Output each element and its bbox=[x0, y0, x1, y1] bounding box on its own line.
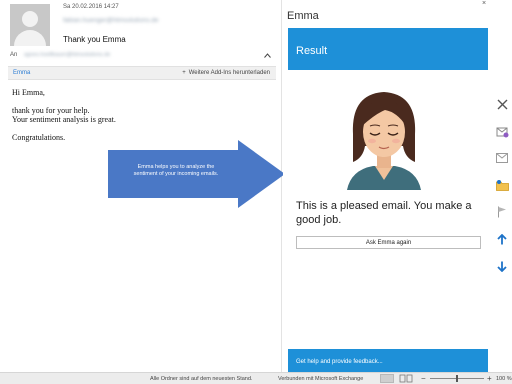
envelope-icon[interactable] bbox=[494, 151, 510, 165]
result-header-label: Result bbox=[296, 45, 328, 57]
pane-close-icon[interactable]: × bbox=[482, 0, 486, 7]
help-feedback-bar[interactable]: Get help and provide feedback... bbox=[288, 349, 488, 372]
callout-arrow: Emma helps you to analyze the sentiment … bbox=[108, 140, 288, 208]
mail-body: Hi Emma, thank you for your help. Your s… bbox=[12, 88, 274, 142]
zoom-level: 100 % bbox=[496, 376, 512, 382]
zoom-out-icon[interactable]: − bbox=[421, 374, 426, 383]
avatar-head-shape bbox=[22, 11, 38, 27]
sync-status: Alle Ordner sind auf dem neuesten Stand. bbox=[150, 376, 253, 382]
status-bar: Alle Ordner sind auf dem neuesten Stand.… bbox=[0, 372, 512, 384]
mail-greeting: Hi Emma, bbox=[12, 88, 45, 97]
emma-task-pane: Emma × Result This is a pleased email. Y… bbox=[283, 0, 491, 372]
get-more-addins-link[interactable]: + Weitere Add-Ins herunterladen bbox=[182, 70, 270, 76]
zoom-in-icon[interactable]: + bbox=[487, 374, 492, 383]
sender-avatar bbox=[10, 4, 50, 46]
mail-line-2: Your sentiment analysis is great. bbox=[12, 115, 116, 124]
mail-subject: Thank you Emma bbox=[63, 35, 126, 44]
zoom-slider-thumb[interactable] bbox=[456, 375, 458, 382]
result-header: Result bbox=[288, 28, 488, 70]
mail-line-1: thank you for your help. bbox=[12, 105, 90, 115]
plus-icon: + bbox=[182, 70, 186, 76]
folder-move-icon[interactable] bbox=[494, 178, 510, 192]
reading-view-icon[interactable] bbox=[399, 374, 413, 383]
help-feedback-link[interactable]: Get help and provide feedback... bbox=[296, 359, 383, 365]
callout-line-2: sentiment of your incoming emails. bbox=[133, 171, 219, 177]
mail-sender-address[interactable]: fabian.huenger@htmsolutions.de bbox=[63, 17, 159, 24]
callout-text: Emma helps you to analyze the sentiment … bbox=[116, 164, 236, 178]
callout-line-1: Emma helps you to analyze the bbox=[137, 164, 215, 170]
to-label: An bbox=[10, 52, 18, 58]
avatar-body-shape bbox=[14, 30, 46, 46]
collapse-header-icon[interactable] bbox=[264, 51, 271, 60]
connection-status: Verbunden mit Microsoft Exchange bbox=[278, 376, 364, 382]
flag-icon[interactable] bbox=[494, 205, 510, 219]
reply-all-icon[interactable] bbox=[494, 125, 510, 139]
emma-avatar-illustration bbox=[345, 88, 423, 190]
addin-tab-emma[interactable]: Emma bbox=[13, 70, 30, 76]
pane-title: Emma bbox=[287, 10, 319, 22]
get-more-addins-label: Weitere Add-Ins herunterladen bbox=[188, 70, 270, 76]
sentiment-result-text: This is a pleased email. You make a good… bbox=[296, 200, 472, 226]
down-arrow-icon[interactable] bbox=[494, 259, 510, 273]
to-recipient[interactable]: agnes.hoellbauer@htmsolutions.de bbox=[24, 52, 110, 58]
ask-emma-again-button[interactable]: Ask Emma again bbox=[296, 236, 481, 249]
addin-bar: Emma + Weitere Add-Ins herunterladen bbox=[8, 66, 276, 80]
action-rail bbox=[491, 0, 512, 372]
zoom-slider[interactable] bbox=[430, 375, 484, 382]
mail-date: Sa 20.02.2016 14:27 bbox=[63, 4, 119, 10]
normal-view-icon[interactable] bbox=[380, 374, 394, 383]
up-arrow-icon[interactable] bbox=[494, 232, 510, 246]
close-x-icon[interactable] bbox=[494, 97, 510, 111]
